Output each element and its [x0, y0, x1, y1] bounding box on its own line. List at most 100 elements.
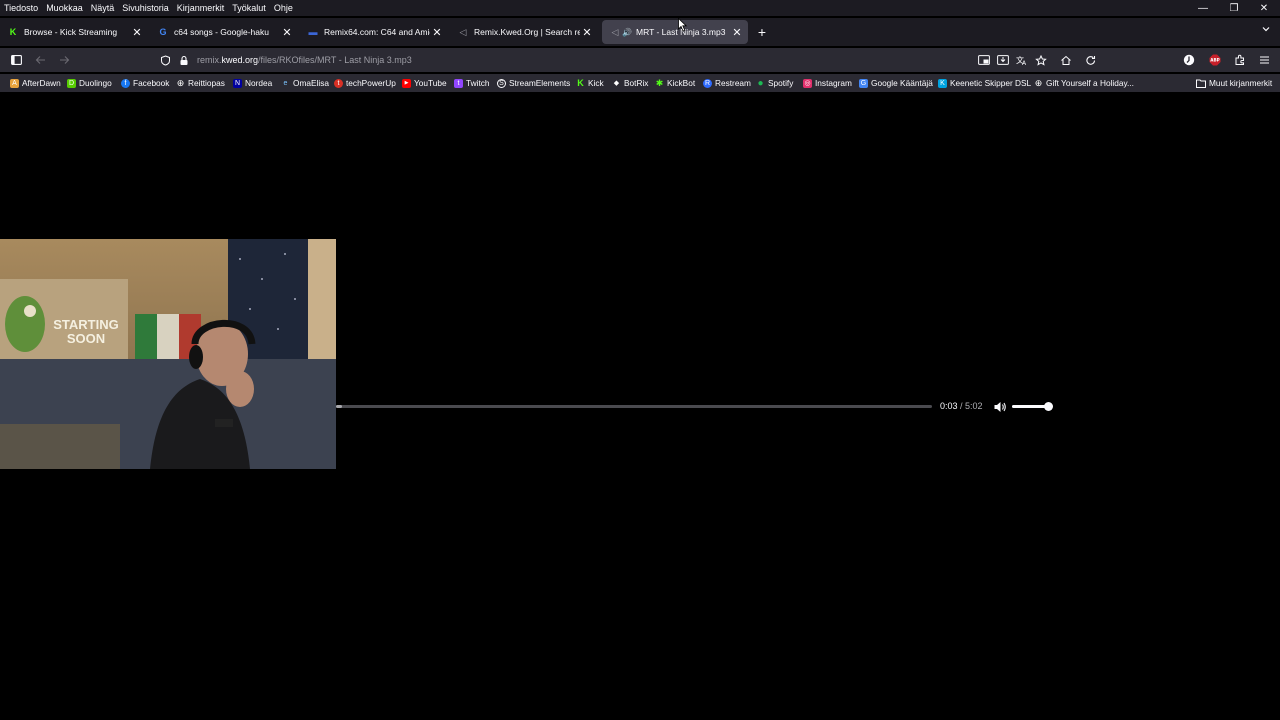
url-path: /files/RKOfiles/MRT - Last Ninja 3.mp3 [258, 55, 412, 65]
bookmark-afterdawn[interactable]: A AfterDawn [10, 76, 61, 90]
bookmark-techpowerup[interactable]: t techPowerUp [334, 76, 396, 90]
menu-file[interactable]: Tiedosto [0, 3, 42, 13]
home-icon [1061, 55, 1071, 65]
shield-icon[interactable] [160, 54, 171, 66]
translate-icon: 文A [1016, 55, 1027, 66]
bookmark-label: Muut kirjanmerkit [1209, 78, 1273, 88]
picture-in-picture-button[interactable] [976, 52, 992, 68]
extensions-button[interactable] [1232, 52, 1248, 68]
bookmark-reittiopas[interactable]: ⊕ Reittiopas [176, 76, 225, 90]
bookmark-keenetic[interactable]: K Keenetic Skipper DSL [938, 76, 1031, 90]
other-bookmarks-folder[interactable]: Muut kirjanmerkit [1196, 76, 1272, 90]
globe-icon: ⊕ [176, 77, 185, 88]
bookmark-label: Facebook [133, 78, 170, 88]
tab-close-icon[interactable]: ✕ [430, 26, 444, 39]
audio-player: 0:03 / 5:02 [336, 395, 1062, 419]
bookmark-kick[interactable]: K Kick [576, 76, 603, 90]
tab-remix64[interactable]: ▬ Remix64.com: C64 and Amiga M ✕ [300, 20, 448, 44]
bookmark-nordea[interactable]: N Nordea [233, 76, 272, 90]
tab-mrt-last-ninja[interactable]: ◁ 🔊 MRT - Last Ninja 3.mp3 ✕ [602, 20, 748, 44]
adblock-plus-icon: ABP [1209, 54, 1221, 66]
bookmark-botrix[interactable]: ◆ BotRix [612, 76, 649, 90]
bookmark-facebook[interactable]: f Facebook [121, 76, 169, 90]
restore-button[interactable]: ❐ [1219, 0, 1249, 16]
poster-line-2: SOON [67, 331, 105, 346]
back-button[interactable] [32, 52, 48, 68]
menu-tools[interactable]: Työkalut [228, 3, 270, 13]
bookmark-label: AfterDawn [22, 78, 61, 88]
tab-title: Browse - Kick Streaming [24, 27, 118, 37]
menu-history[interactable]: Sivuhistoria [118, 3, 173, 13]
menu-view[interactable]: Näytä [87, 3, 119, 13]
lock-icon[interactable] [179, 55, 189, 66]
tab-close-icon[interactable]: ✕ [130, 26, 144, 39]
tab-bar: K Browse - Kick Streaming ✕ G c64 songs … [0, 18, 1280, 46]
translate-button[interactable]: 文A [1014, 52, 1030, 68]
speaker-icon [994, 402, 1006, 412]
tab-close-icon[interactable]: ✕ [730, 26, 744, 39]
bookmark-twitch[interactable]: t Twitch [454, 76, 490, 90]
remix64-favicon-icon: ▬ [308, 27, 318, 37]
bookmark-duolingo[interactable]: D Duolingo [67, 76, 112, 90]
url-host: kwed.org [221, 55, 259, 65]
app-menu-button[interactable] [1256, 52, 1272, 68]
reload-button[interactable] [1083, 52, 1099, 68]
bookmark-streamelements[interactable]: S StreamElements [497, 76, 570, 90]
bookmark-google-translate[interactable]: G Google Kääntäjä [859, 76, 933, 90]
adblock-plus-button[interactable]: ABP [1207, 52, 1223, 68]
extension-button[interactable] [1181, 52, 1197, 68]
bookmark-omaelisa[interactable]: e OmaElisa [281, 76, 329, 90]
bookmark-youtube[interactable]: ▶ YouTube [402, 76, 447, 90]
facebook-icon: f [121, 78, 130, 88]
seek-bar[interactable] [336, 405, 932, 408]
bookmark-restream[interactable]: R Restream [703, 76, 751, 90]
mute-button[interactable] [993, 400, 1007, 414]
list-all-tabs-button[interactable] [1258, 24, 1274, 40]
url-text[interactable]: remix.kwed.org/files/RKOfiles/MRT - Last… [197, 55, 412, 65]
bookmark-label: techPowerUp [346, 78, 396, 88]
google-favicon-icon: G [159, 27, 167, 37]
extension-circle-icon [1183, 54, 1195, 66]
bookmark-kickbot[interactable]: ✱ KickBot [655, 76, 695, 90]
home-button[interactable] [1058, 52, 1074, 68]
reload-icon [1086, 55, 1096, 65]
bookmark-star-button[interactable] [1033, 52, 1049, 68]
tab-close-icon[interactable]: ✕ [280, 26, 294, 39]
volume-handle[interactable] [1044, 402, 1054, 411]
menu-bookmarks[interactable]: Kirjanmerkit [173, 3, 229, 13]
tab-google[interactable]: G c64 songs - Google-haku ✕ [150, 20, 298, 44]
bookmark-gift-holiday[interactable]: ⊕ Gift Yourself a Holiday... [1034, 76, 1134, 90]
arrow-left-icon [35, 56, 45, 64]
tab-close-icon[interactable]: ✕ [580, 26, 594, 39]
svg-text:A: A [1022, 60, 1027, 66]
time-separator: / [957, 401, 966, 411]
save-to-pocket-button[interactable] [995, 52, 1011, 68]
close-window-button[interactable]: ✕ [1249, 0, 1279, 16]
techpowerup-icon: t [334, 78, 343, 88]
bookmark-label: Instagram [815, 78, 852, 88]
picture-in-picture-icon [978, 55, 990, 65]
tab-kick[interactable]: K Browse - Kick Streaming ✕ [0, 20, 148, 44]
youtube-icon: ▶ [402, 78, 411, 88]
tab-remix-kwed-search[interactable]: ◁ Remix.Kwed.Org | Search results ✕ [450, 20, 598, 44]
new-tab-button[interactable]: + [754, 24, 770, 40]
speaker-playing-icon[interactable]: 🔊 [622, 27, 632, 37]
kick-favicon-icon: K [9, 27, 17, 37]
spotify-icon: ● [757, 77, 764, 89]
bookmark-instagram[interactable]: ◎ Instagram [803, 76, 852, 90]
afterdawn-icon: A [10, 78, 19, 88]
bookmark-spotify[interactable]: ● Spotify [756, 76, 793, 90]
address-bar[interactable]: remix.kwed.org/files/RKOfiles/MRT - Last… [154, 50, 974, 70]
tab-title: c64 songs - Google-haku [174, 27, 269, 37]
sidebar-toggle-button[interactable] [8, 52, 24, 68]
minimize-button[interactable]: — [1188, 0, 1218, 16]
menu-edit[interactable]: Muokkaa [42, 3, 87, 13]
kick-icon: K [577, 78, 584, 88]
forward-button[interactable] [56, 52, 72, 68]
volume-slider[interactable] [1012, 402, 1054, 411]
menu-help[interactable]: Ohje [270, 3, 297, 13]
tab-title: Remix.Kwed.Org | Search results [474, 27, 580, 37]
bookmark-label: Nordea [245, 78, 273, 88]
chevron-down-icon [1262, 27, 1270, 32]
bookmark-label: Restream [715, 78, 751, 88]
